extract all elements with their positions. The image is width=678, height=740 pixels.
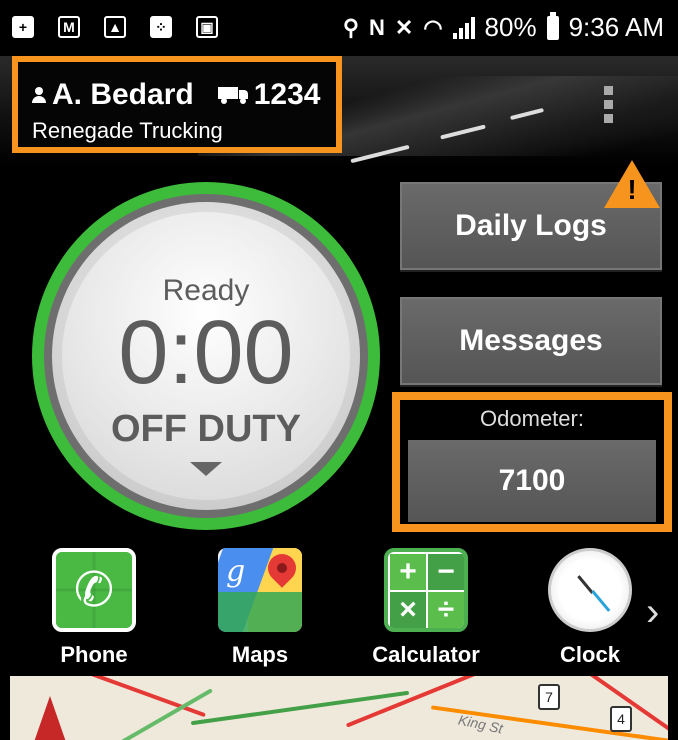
dropdown-arrow-icon[interactable] [190,462,222,476]
dock-app-label: Phone [60,642,128,667]
clock-time: 9:36 AM [568,12,664,42]
mute-icon: ✕ [394,14,414,40]
dock-app-label: Maps [231,642,289,667]
dock-app-clock[interactable]: Clock [530,548,650,668]
map-road [54,676,206,718]
driver-line: A. Bedard 1234 [32,78,320,112]
battery-percent: 80% [484,12,537,42]
app-header: A. Bedard 1234 Renegade Trucking [0,56,678,166]
notification-icons: + M ▲ ⁘ ▣ [12,16,218,38]
gmail-icon: M [58,16,80,38]
image-icon: ▲ [104,16,126,38]
map-view[interactable]: 7 4 King St [0,676,678,740]
phone-icon: ✆ [52,548,136,632]
daily-logs-label: Daily Logs [455,209,607,242]
messages-label: Messages [459,324,603,357]
chevron-right-icon[interactable]: › [646,590,659,635]
person-icon [32,87,46,103]
duty-status-label: OFF DUTY [111,408,301,450]
calculator-icon: + − × ÷ [384,548,468,632]
maps-icon: g [218,548,302,632]
odometer-label: Odometer: [480,406,584,431]
driver-info-box[interactable]: A. Bedard 1234 Renegade Trucking [12,56,342,153]
truck-number: 1234 [253,78,321,111]
dock-app-phone[interactable]: ✆ Phone [34,548,154,668]
add-icon: + [12,16,34,38]
location-icon: ⚲ [342,14,360,40]
odometer-panel: Odometer: 7100 [392,392,672,532]
duty-status-face[interactable]: Ready 0:00 OFF DUTY [62,212,350,500]
battery-icon [546,11,559,40]
app-dock: ✆ Phone g Maps + − × ÷ Calculator Clock … [0,538,678,676]
map-road [190,690,410,726]
dock-app-calculator[interactable]: + − × ÷ Calculator [366,548,486,668]
driver-name: A. Bedard [52,78,194,111]
truck-icon [217,87,248,104]
route-shield: 4 [610,706,632,732]
wifi-icon: ◠ [423,14,443,40]
system-icons: ⚲ N ✕ ◠ 80% 9:36 AM [342,11,664,43]
route-shield: 7 [538,684,560,710]
odometer-value: 7100 [498,464,566,497]
clock-icon [548,548,632,632]
dock-app-label: Clock [560,642,620,667]
dock-app-label: Calculator [372,642,480,667]
duty-status-dial[interactable]: Ready 0:00 OFF DUTY [32,182,380,530]
bbm-icon: ⁘ [150,16,172,38]
nfc-icon: N [369,14,385,40]
signal-icon [452,16,475,39]
warning-icon: ! [604,160,660,210]
messages-button[interactable]: Messages [400,297,662,385]
overflow-menu-icon[interactable] [604,86,614,128]
device-icon: ▣ [196,16,218,38]
duty-timer: 0:00 [118,303,294,403]
status-bar: + M ▲ ⁘ ▣ ⚲ N ✕ ◠ 80% 9:36 AM [0,0,678,62]
dock-app-maps[interactable]: g Maps [200,548,320,668]
odometer-value-button[interactable]: 7100 [408,440,656,522]
compass-icon [34,696,66,740]
company-name: Renegade Trucking [32,118,223,143]
